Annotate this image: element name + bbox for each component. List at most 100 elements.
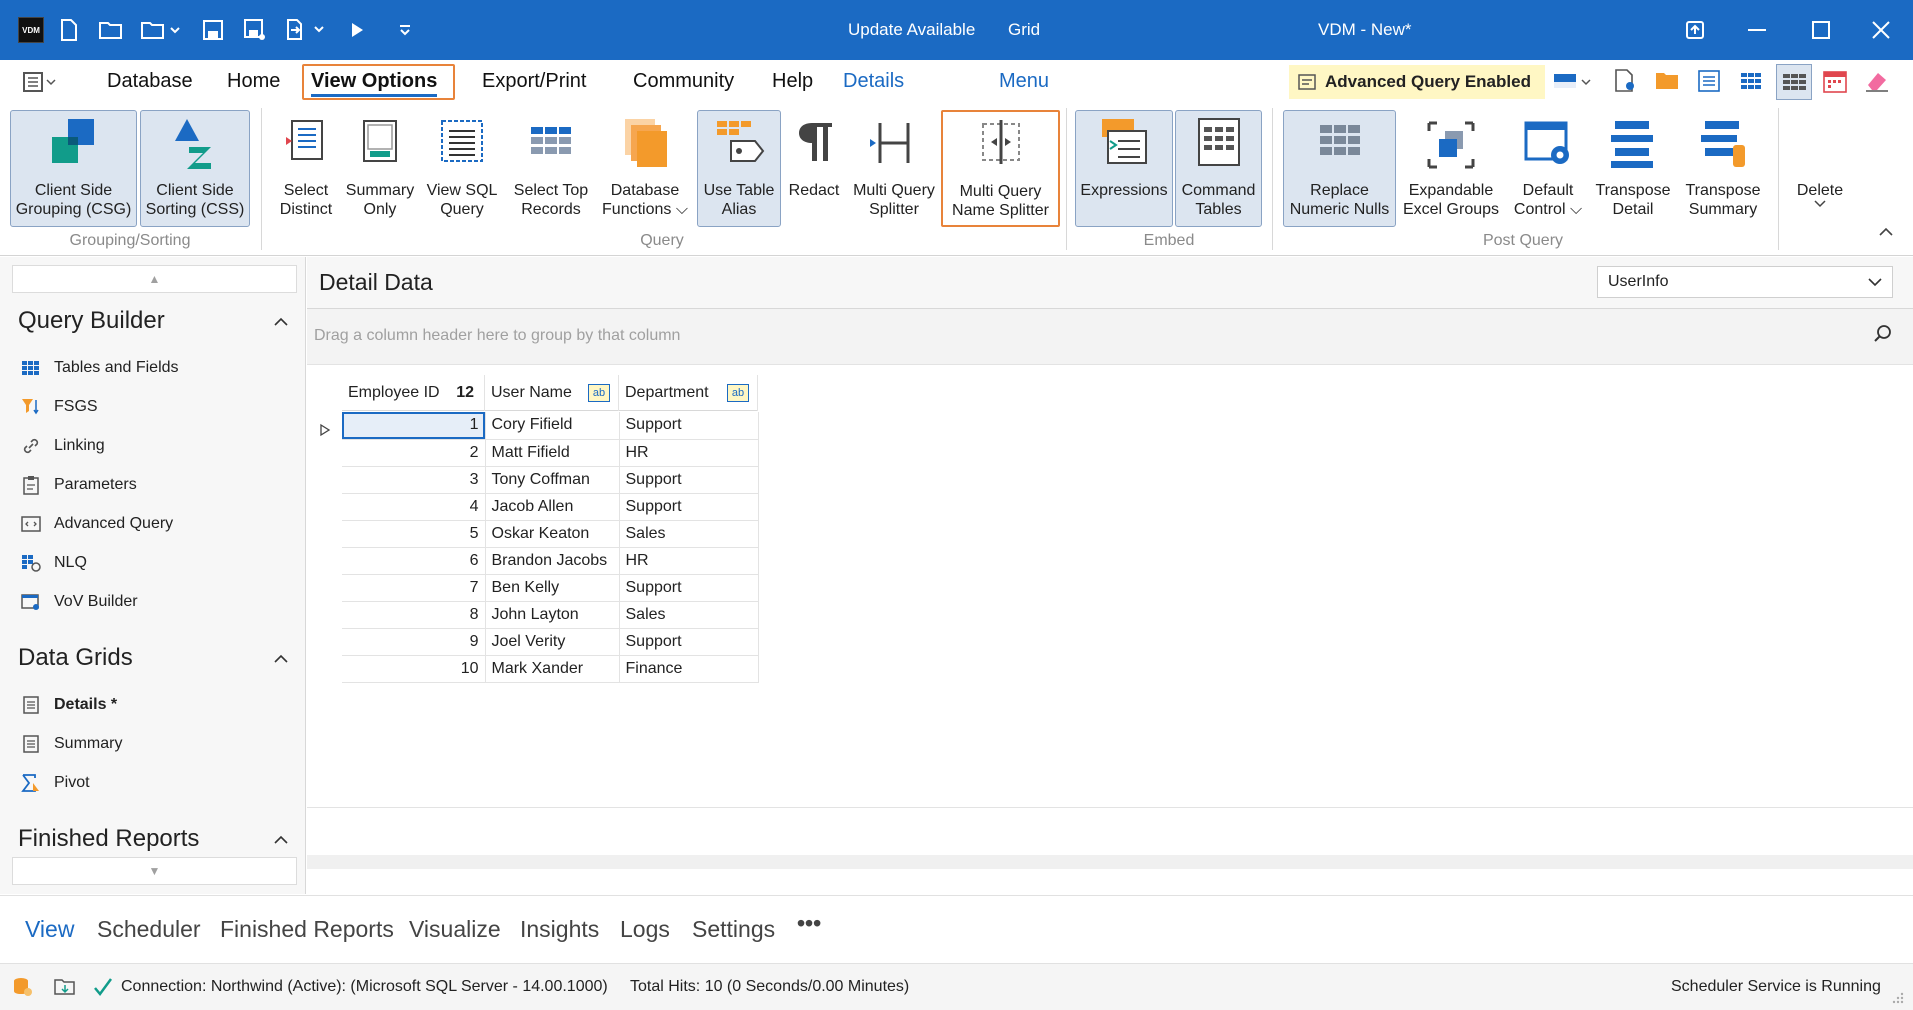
save-as-icon[interactable] <box>240 14 270 46</box>
menu-community[interactable]: Community <box>633 70 734 93</box>
update-available-link[interactable]: Update Available <box>848 20 975 40</box>
collapse-query-builder-icon[interactable] <box>272 313 292 333</box>
tab-settings[interactable]: Settings <box>692 916 775 943</box>
sidebar-item-nlq[interactable]: NLQ <box>20 549 87 577</box>
folder-icon[interactable] <box>1654 68 1682 96</box>
eraser-icon[interactable] <box>1864 68 1892 96</box>
client-side-grouping-button[interactable]: Client Side Grouping (CSG) <box>10 110 137 227</box>
cell-user-name[interactable]: Cory Fifield <box>485 412 620 440</box>
cell-department[interactable]: Support <box>619 466 759 494</box>
open-recent-icon[interactable] <box>140 14 182 46</box>
collapse-ribbon-icon[interactable] <box>1876 222 1900 246</box>
use-table-alias-button[interactable]: Use Table Alias <box>697 110 781 227</box>
tab-view[interactable]: View <box>25 916 74 943</box>
column-header-employee-id[interactable]: Employee ID 12 <box>342 375 485 411</box>
database-icon[interactable] <box>12 976 34 998</box>
replace-numeric-nulls-button[interactable]: Replace Numeric Nulls <box>1283 110 1396 227</box>
table-row[interactable]: 3 Tony Coffman Support <box>342 466 759 494</box>
table-row[interactable]: 4 Jacob Allen Support <box>342 493 759 521</box>
column-header-user-name[interactable]: User Name ab <box>485 375 619 411</box>
sidebar-scroll-down-button[interactable]: ▼ <box>12 857 297 885</box>
restore-ribbon-icon[interactable] <box>1680 14 1710 46</box>
open-folder-icon[interactable] <box>96 14 126 46</box>
sidebar-item-tables-and-fields[interactable]: Tables and Fields <box>20 354 179 382</box>
cell-department[interactable]: Sales <box>619 520 759 548</box>
cell-user-name[interactable]: Ben Kelly <box>485 574 620 602</box>
cell-department[interactable]: Finance <box>619 655 759 683</box>
sidebar-item-vov-builder[interactable]: VoV Builder <box>20 588 138 616</box>
save-icon[interactable] <box>198 14 228 46</box>
multi-query-splitter-button[interactable]: Multi Query Splitter <box>848 110 940 227</box>
run-icon[interactable] <box>342 14 372 46</box>
table-row[interactable]: 5 Oskar Keaton Sales <box>342 520 759 548</box>
transpose-summary-button[interactable]: Transpose Summary <box>1680 110 1766 227</box>
tab-visualize[interactable]: Visualize <box>409 916 501 943</box>
cell-employee-id[interactable]: 10 <box>342 655 486 683</box>
sidebar-item-summary[interactable]: Summary <box>20 730 122 758</box>
cell-user-name[interactable]: Tony Coffman <box>485 466 620 494</box>
table-row[interactable]: 8 John Layton Sales <box>342 601 759 629</box>
download-folder-icon[interactable] <box>54 976 76 998</box>
cell-employee-id[interactable]: 4 <box>342 493 486 521</box>
sidebar-item-details[interactable]: Details * <box>20 691 117 719</box>
cell-employee-id[interactable]: 9 <box>342 628 486 656</box>
table-row[interactable]: 7 Ben Kelly Support <box>342 574 759 602</box>
cell-user-name[interactable]: Mark Xander <box>485 655 620 683</box>
quick-access-menu-icon[interactable] <box>22 70 58 94</box>
tab-scheduler[interactable]: Scheduler <box>97 916 201 943</box>
close-icon[interactable] <box>1866 14 1896 46</box>
transpose-detail-button[interactable]: Transpose Detail <box>1592 110 1674 227</box>
cell-department[interactable]: Support <box>619 412 759 440</box>
table-row[interactable]: 2 Matt Fifield HR <box>342 439 759 467</box>
collapse-finished-reports-icon[interactable] <box>272 831 292 851</box>
cell-department[interactable]: Support <box>619 574 759 602</box>
table-row[interactable]: 6 Brandon Jacobs HR <box>342 547 759 575</box>
expandable-excel-groups-button[interactable]: Expandable Excel Groups <box>1400 110 1502 227</box>
sidebar-item-linking[interactable]: Linking <box>20 432 105 460</box>
client-side-sorting-button[interactable]: Client Side Sorting (CSS) <box>140 110 250 227</box>
database-functions-button[interactable]: Database Functions ⌵ <box>600 110 690 227</box>
menu-details[interactable]: Details <box>843 70 904 93</box>
tab-finished-reports[interactable]: Finished Reports <box>220 916 394 943</box>
group-by-panel[interactable]: Drag a column header here to group by th… <box>307 309 1913 365</box>
cell-employee-id[interactable]: 2 <box>342 439 486 467</box>
cell-employee-id[interactable]: 8 <box>342 601 486 629</box>
multi-query-name-splitter-button[interactable]: Multi Query Name Splitter <box>941 110 1060 227</box>
command-tables-button[interactable]: Command Tables <box>1175 110 1262 227</box>
calendar-icon[interactable] <box>1822 68 1850 96</box>
menu-database[interactable]: Database <box>107 70 193 93</box>
cell-department[interactable]: HR <box>619 439 759 467</box>
cell-employee-id[interactable]: 5 <box>342 520 486 548</box>
horizontal-scrollbar[interactable] <box>307 855 1913 869</box>
select-distinct-button[interactable]: Select Distinct <box>272 110 340 227</box>
sidebar-item-advanced-query[interactable]: Advanced Query <box>20 510 173 538</box>
cell-user-name[interactable]: Brandon Jacobs <box>485 547 620 575</box>
cell-user-name[interactable]: Oskar Keaton <box>485 520 620 548</box>
table-row[interactable]: 9 Joel Verity Support <box>342 628 759 656</box>
app-logo-icon[interactable]: VDM <box>16 14 46 46</box>
cell-user-name[interactable]: Matt Fifield <box>485 439 620 467</box>
tab-logs[interactable]: Logs <box>620 916 670 943</box>
more-tabs-button[interactable]: ••• <box>797 910 821 937</box>
export-icon[interactable] <box>284 14 326 46</box>
menu-export-print[interactable]: Export/Print <box>482 70 586 93</box>
expressions-button[interactable]: Expressions <box>1075 110 1173 227</box>
menu-view-options[interactable]: View Options <box>311 70 438 97</box>
menu-menu[interactable]: Menu <box>999 70 1049 93</box>
cell-user-name[interactable]: Joel Verity <box>485 628 620 656</box>
cell-department[interactable]: HR <box>619 547 759 575</box>
list-view-icon[interactable] <box>1696 68 1724 96</box>
resize-grip-icon[interactable] <box>1890 990 1904 1004</box>
cell-employee-id[interactable]: 3 <box>342 466 486 494</box>
cell-department[interactable]: Support <box>619 493 759 521</box>
view-sql-query-button[interactable]: View SQL Query <box>424 110 500 227</box>
theme-dropdown-icon[interactable] <box>1552 70 1594 94</box>
cell-employee-id[interactable]: 7 <box>342 574 486 602</box>
sidebar-item-fsgs[interactable]: FSGS <box>20 393 98 421</box>
cell-department[interactable]: Sales <box>619 601 759 629</box>
menu-help[interactable]: Help <box>772 70 813 93</box>
grid-view-icon[interactable] <box>1738 68 1766 96</box>
select-top-records-button[interactable]: Select Top Records <box>508 110 594 227</box>
cell-employee-id[interactable]: 6 <box>342 547 486 575</box>
table-selector-dropdown[interactable]: UserInfo <box>1597 266 1893 298</box>
